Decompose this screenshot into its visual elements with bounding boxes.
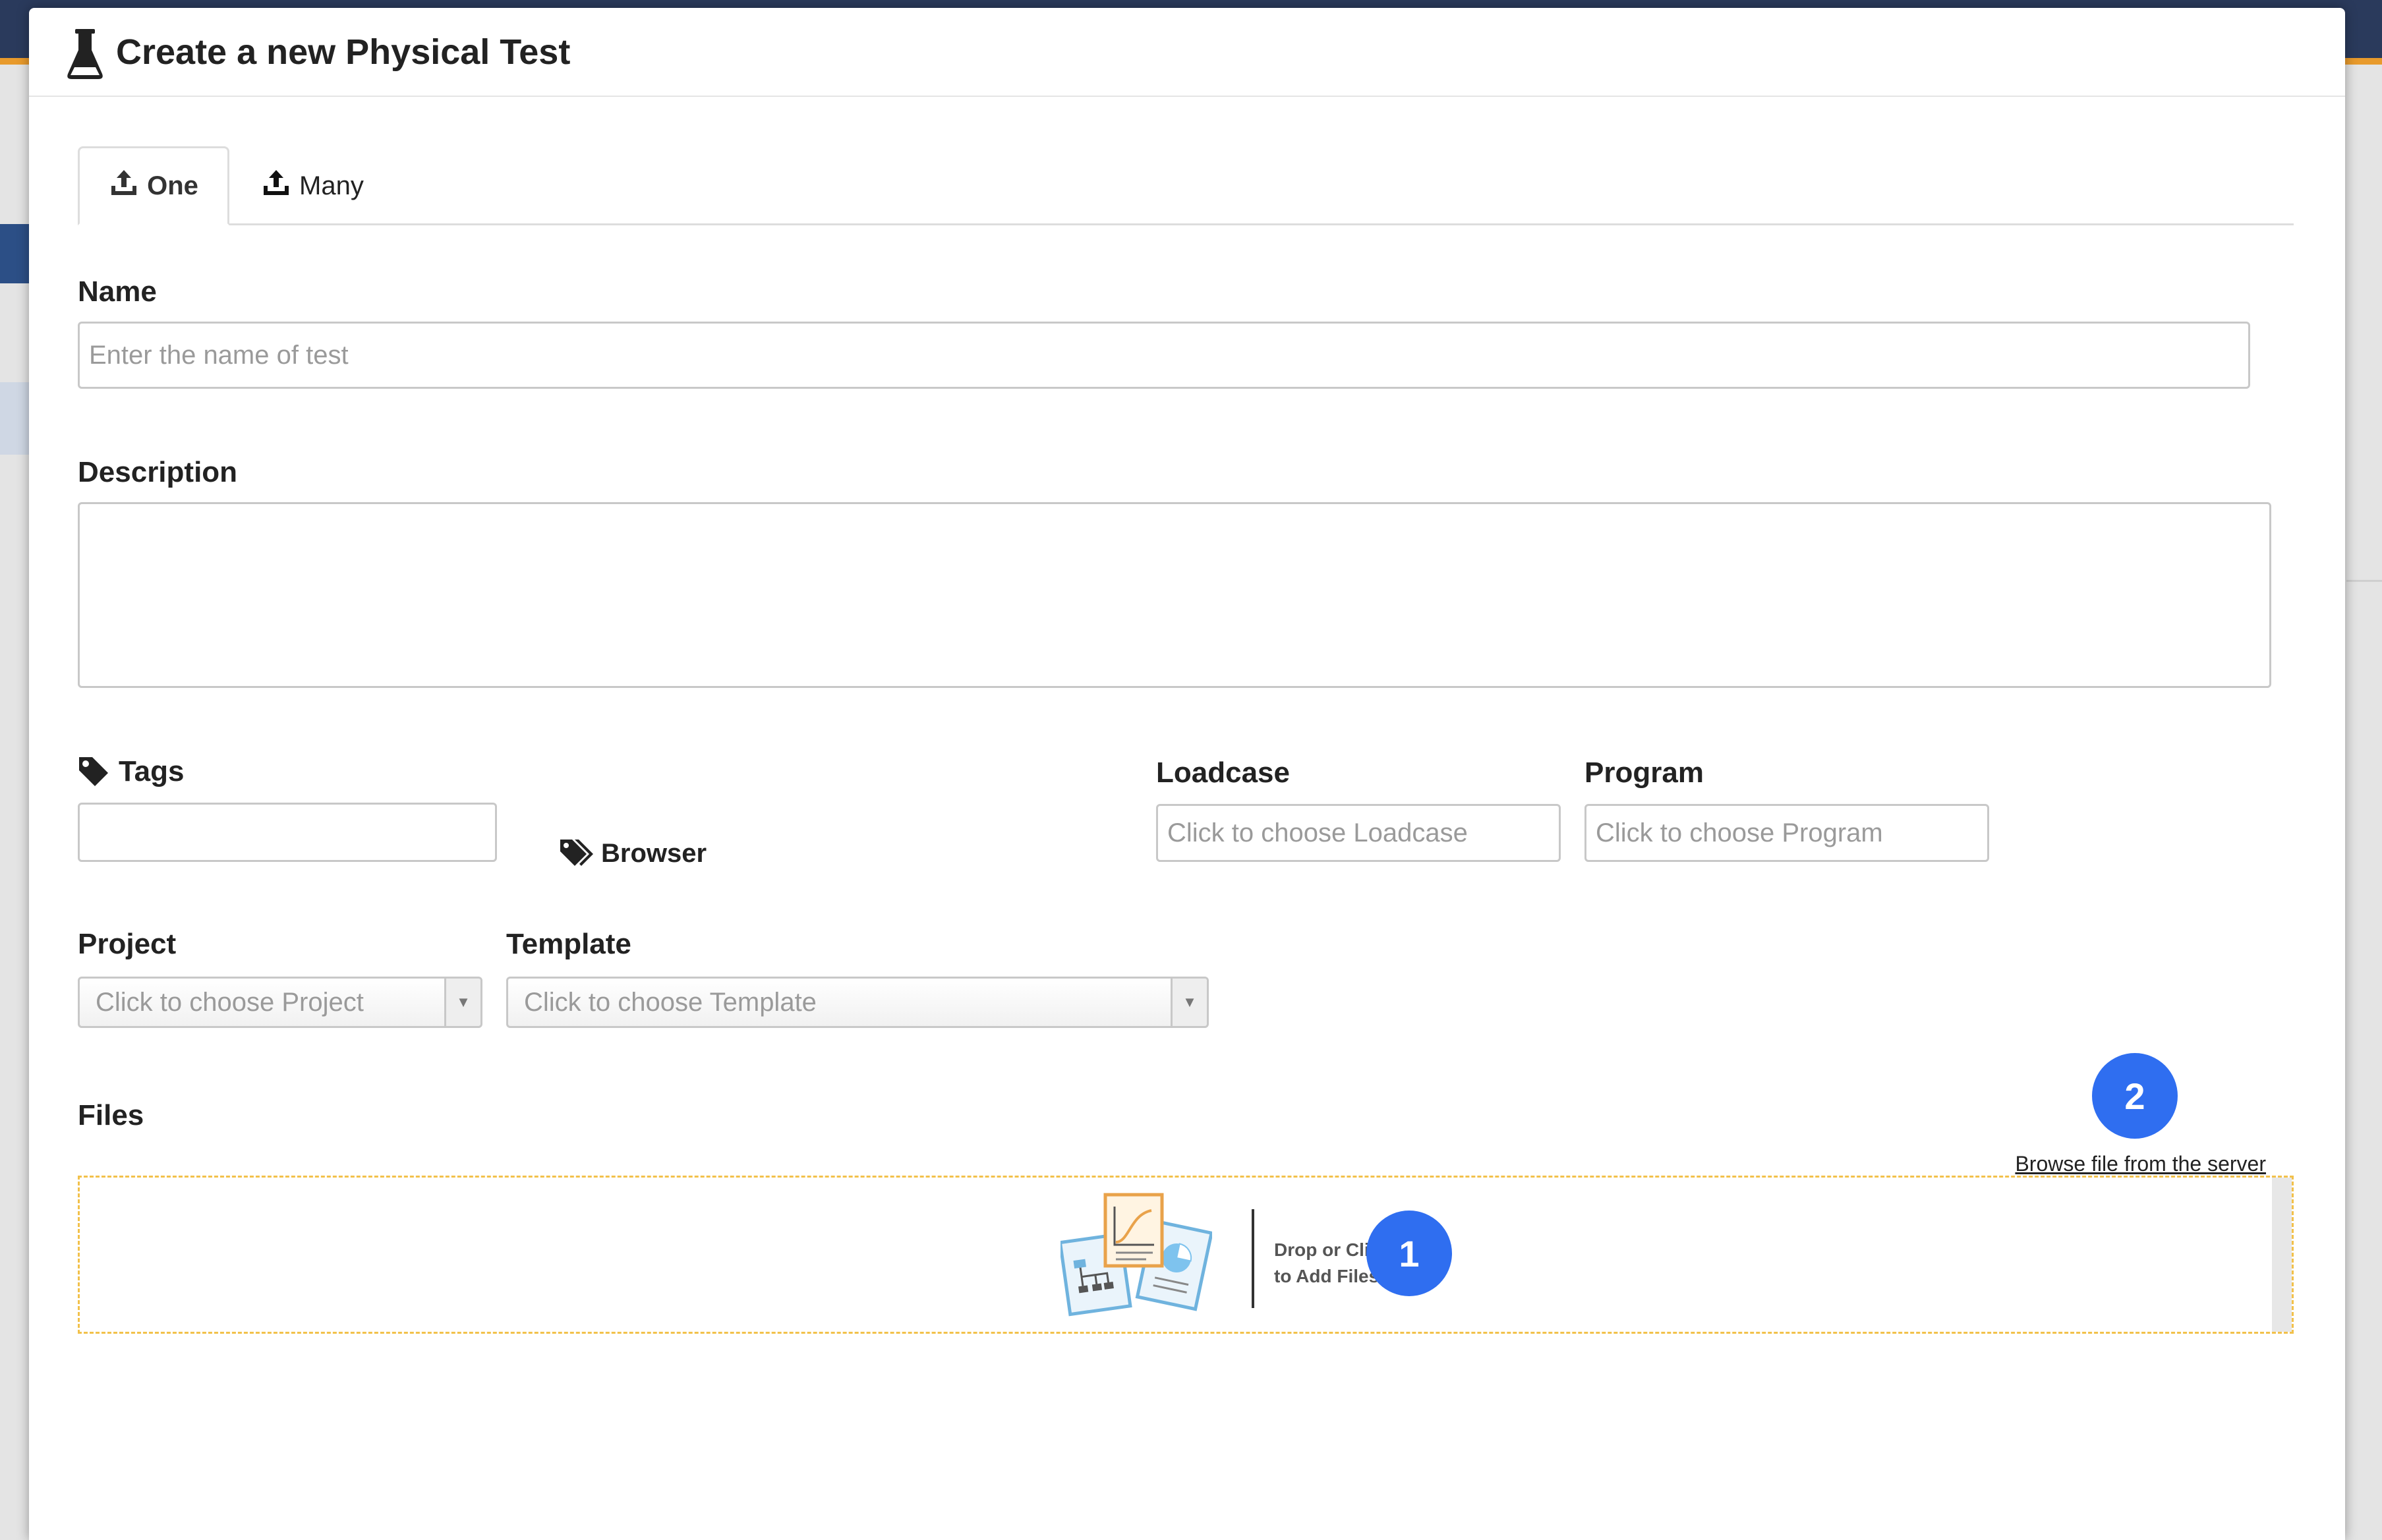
tab-one[interactable]: One: [78, 146, 229, 225]
chevron-down-icon: ▼: [1171, 979, 1207, 1026]
template-select-value: Click to choose Template: [524, 987, 817, 1017]
description-label: Description: [78, 456, 238, 488]
step-badge-1: 1: [1366, 1211, 1452, 1296]
loadcase-input[interactable]: [1156, 804, 1561, 862]
create-physical-test-modal: Create a new Physical Test One Many Name…: [29, 8, 2345, 1540]
project-select[interactable]: Click to choose Project ▼: [78, 977, 482, 1028]
background-left-tab: [0, 224, 29, 283]
project-select-value: Click to choose Project: [96, 987, 364, 1017]
loadcase-label: Loadcase: [1156, 756, 1290, 789]
file-dropzone[interactable]: Drop or Click to Add Files 1: [78, 1176, 2294, 1334]
dropzone-scrollbar[interactable]: [2272, 1178, 2292, 1332]
description-textarea[interactable]: [78, 502, 2271, 688]
template-select[interactable]: Click to choose Template ▼: [506, 977, 1209, 1028]
chevron-down-icon: ▼: [444, 979, 480, 1026]
tab-many-label: Many: [299, 171, 364, 200]
dropzone-divider: [1252, 1209, 1254, 1308]
modal-title: Create a new Physical Test: [116, 32, 571, 72]
files-illustration-icon: [1058, 1192, 1214, 1317]
upload-icon: [109, 167, 147, 204]
program-label: Program: [1584, 756, 1704, 789]
tags-icon: [559, 838, 601, 869]
program-input[interactable]: [1584, 804, 1989, 862]
background-divider: [2346, 580, 2382, 582]
background-left-highlight: [0, 382, 29, 455]
tag-icon: [78, 756, 109, 787]
tab-one-label: One: [147, 171, 198, 200]
files-label: Files: [78, 1099, 144, 1131]
modal-header: Create a new Physical Test: [29, 8, 2345, 97]
tab-many[interactable]: Many: [261, 146, 413, 225]
tags-label-row: Tags: [78, 755, 184, 788]
upload-icon: [261, 167, 299, 204]
tags-label: Tags: [119, 755, 185, 787]
tags-input[interactable]: [78, 803, 497, 862]
template-label: Template: [506, 928, 631, 960]
tags-browser-label: Browser: [601, 838, 707, 868]
browse-server-link[interactable]: Browse file from the server: [2015, 1152, 2266, 1176]
name-input[interactable]: [78, 322, 2250, 389]
flask-icon: [66, 28, 104, 80]
step-badge-2: 2: [2092, 1053, 2178, 1139]
tags-browser-button[interactable]: Browser: [559, 838, 707, 869]
name-label: Name: [78, 275, 157, 308]
project-label: Project: [78, 928, 177, 960]
